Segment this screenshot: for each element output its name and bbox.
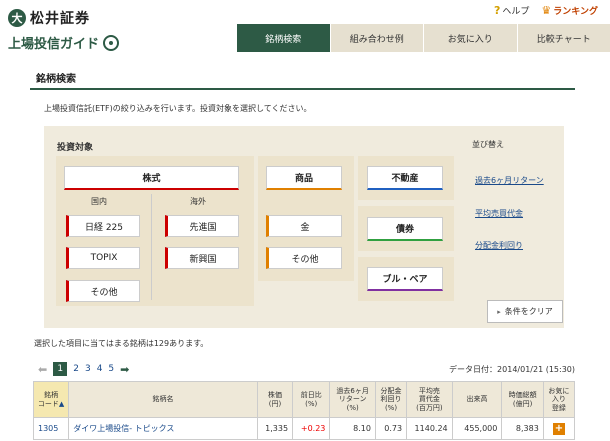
tab-compare-chart[interactable]: 比較チャート [516, 24, 610, 52]
cell-favorite: + [542, 417, 576, 440]
clear-conditions-button[interactable]: ▸ 条件をクリア [487, 300, 563, 323]
page-title: 銘柄検索 [36, 74, 76, 85]
real-estate-button[interactable]: 不動産 [367, 166, 443, 190]
results-table: 銘柄 コード▲ 銘柄名 株価 (円) 前日比 (%) 過去6ヶ月 リターン (%… [32, 381, 576, 440]
filter-topix[interactable]: TOPIX [66, 247, 140, 269]
ranking-link[interactable]: ♛ ランキング [541, 4, 598, 17]
filter-domestic-other[interactable]: その他 [66, 280, 140, 302]
filter-title: 投資対象 [57, 143, 94, 153]
header-name[interactable]: 銘柄名 [68, 381, 258, 418]
ship-wheel-icon [103, 34, 120, 51]
add-favorite-icon[interactable]: + [552, 422, 565, 435]
filter-developed[interactable]: 先進国 [165, 215, 239, 237]
page-2[interactable]: 2 [73, 364, 79, 374]
overseas-label: 海外 [190, 197, 206, 206]
header-avg-volume[interactable]: 平均売 買代金 (百万円) [406, 381, 453, 418]
bonds-button[interactable]: 債券 [367, 217, 443, 241]
sort-title: 並び替え [472, 140, 504, 149]
cell-yield: 0.73 [374, 417, 408, 440]
prev-page-icon[interactable]: ⬅ [38, 363, 47, 376]
filter-emerging[interactable]: 新興国 [165, 247, 239, 269]
header-favorite: お気に 入り 登録 [542, 381, 576, 418]
main-nav: 銘柄検索 組み合わせ例 お気に入り 比較チャート [236, 24, 610, 52]
sub-logo[interactable]: 上場投信ガイド [8, 33, 120, 52]
sort-return6m[interactable]: 過去6ヶ月リターン [475, 175, 544, 186]
ranking-label: ランキング [553, 7, 598, 17]
question-icon: ? [493, 4, 501, 17]
header-change[interactable]: 前日比 (%) [292, 381, 331, 418]
help-link[interactable]: ? ヘルプ [494, 4, 529, 17]
logo-mark-icon: 大 [8, 9, 26, 27]
header-code-label: 銘柄 コード [37, 391, 59, 408]
sort-avg-volume[interactable]: 平均売買代金 [475, 208, 523, 219]
crown-icon: ♛ [541, 4, 552, 17]
tab-search[interactable]: 銘柄検索 [236, 24, 330, 52]
commodity-button[interactable]: 商品 [266, 166, 342, 190]
filter-panel: 投資対象 株式 国内 海外 日経 225 TOPIX その他 先進国 新興国 商… [44, 126, 564, 328]
cell-name[interactable]: ダイワ上場投信- トピックス [68, 417, 258, 440]
header-return6m[interactable]: 過去6ヶ月 リターン (%) [329, 381, 376, 418]
top-links: ? ヘルプ ♛ ランキング [494, 4, 598, 17]
cell-change: +0.23 [292, 417, 331, 440]
next-page-icon[interactable]: ➡ [120, 363, 129, 376]
tab-favorites[interactable]: お気に入り [423, 24, 517, 52]
help-label: ヘルプ [502, 7, 530, 17]
stocks-button[interactable]: 株式 [64, 166, 239, 190]
cell-code[interactable]: 1305 [32, 417, 70, 440]
header-yield[interactable]: 分配金 利回り (%) [374, 381, 408, 418]
page-4[interactable]: 4 [97, 364, 103, 374]
sort-up-icon: ▲ [58, 399, 65, 408]
bull-bear-button[interactable]: ブル・ベア [367, 267, 443, 291]
page-3[interactable]: 3 [85, 364, 91, 374]
pagination: ⬅ 1 2 3 4 5 ➡ [38, 362, 129, 376]
filter-nikkei225[interactable]: 日経 225 [66, 215, 140, 237]
cell-return6m: 8.10 [329, 417, 376, 440]
title-divider [30, 88, 575, 90]
cell-market-cap: 8,383 [501, 417, 544, 440]
header-code[interactable]: 銘柄 コード▲ [32, 381, 70, 418]
cell-avg-volume: 1140.24 [406, 417, 453, 440]
header-volume[interactable]: 出来高 [451, 381, 503, 418]
tab-combination[interactable]: 組み合わせ例 [329, 24, 423, 52]
page-1[interactable]: 1 [53, 362, 68, 376]
page-description: 上場投資信託(ETF)の絞り込みを行います。投資対象を選択してください。 [44, 104, 312, 113]
domestic-label: 国内 [91, 197, 107, 206]
cell-volume: 455,000 [451, 417, 503, 440]
filter-commodity-other[interactable]: その他 [266, 247, 342, 269]
page-5[interactable]: 5 [108, 364, 114, 374]
brand-name: 松井証券 [30, 11, 90, 27]
site-subtitle: 上場投信ガイド [8, 37, 100, 52]
result-count-text: 選択した項目に当てはまる銘柄は129あります。 [34, 339, 209, 348]
data-date: データ日付：2014/01/21 (15:30) [449, 365, 575, 374]
column-divider [151, 194, 152, 300]
table-row: 1305 ダイワ上場投信- トピックス 1,335 +0.23 8.10 0.7… [32, 417, 576, 440]
header-price[interactable]: 株価 (円) [256, 381, 294, 418]
sort-yield[interactable]: 分配金利回り [475, 240, 523, 251]
cell-price: 1,335 [256, 417, 294, 440]
clear-button-label: 条件をクリア [504, 307, 553, 316]
filter-gold[interactable]: 金 [266, 215, 342, 237]
header-market-cap[interactable]: 時価総額 (億円) [501, 381, 544, 418]
arrow-right-icon: ▸ [497, 307, 501, 316]
brand-logo[interactable]: 大 松井証券 [8, 8, 90, 28]
